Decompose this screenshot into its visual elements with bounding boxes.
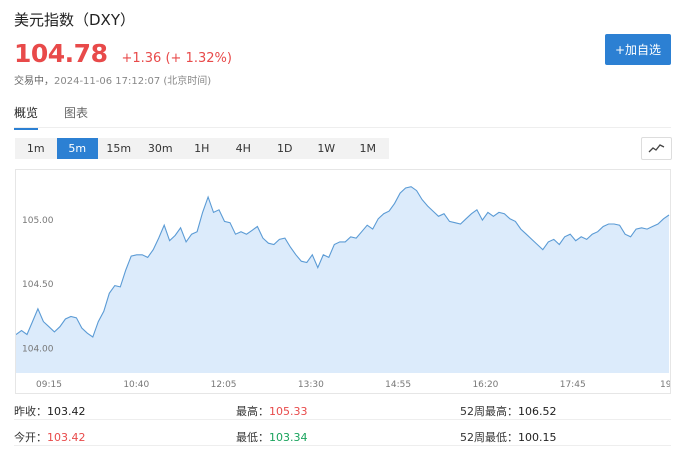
stat-value: 103.42 [47,431,86,444]
stat-value: 103.42 [47,405,86,418]
price-chart-svg: 104.00 104.50 105.00 09:15 10:40 12:05 13:30 1… [15,186,680,390]
x-tick-label: 10:40 [123,380,149,390]
page-title: 美元指数（DXY） [14,11,135,29]
line-chart-icon [648,144,665,153]
x-tick-label: 12:05 [211,380,237,390]
stat-value: 106.52 [518,405,557,418]
stat-52w-low: 52周最低：100.15 [460,429,557,445]
period-1d[interactable]: 1D [264,138,306,159]
stat-value: 103.34 [269,431,308,444]
y-tick-label: 105.00 [22,216,54,226]
x-tick-label: 17:45 [560,380,586,390]
stat-52w-high: 52周最高：106.52 [460,403,557,419]
price-row: 104.78 +1.36 (+ 1.32%) [14,39,232,68]
x-tick-label: 14:55 [385,380,411,390]
period-15m[interactable]: 15m [98,138,140,159]
period-4h[interactable]: 4H [223,138,265,159]
stat-value: 100.15 [518,431,557,444]
stat-label: 今开： [14,431,47,444]
x-tick-label: 16:20 [472,380,498,390]
price-area [16,186,669,373]
stats-row: 昨收：103.42 最高：105.33 52周最高：106.52 [14,397,671,420]
stat-label: 最低： [236,431,269,444]
timezone-label: (北京时间) [163,76,212,87]
stat-label: 昨收： [14,405,47,418]
stat-prev-close: 昨收：103.42 [14,403,86,419]
y-tick-label: 104.00 [22,344,54,354]
stat-label: 52周最高： [460,405,518,418]
x-tick-label: 13:30 [298,380,324,390]
period-1h[interactable]: 1H [181,138,223,159]
y-tick-label: 104.50 [22,280,54,290]
chart-type-toggle[interactable] [641,137,672,160]
stat-low: 最低：103.34 [236,429,308,445]
x-axis-ticks: 09:15 10:40 12:05 13:30 14:55 16:20 17:45 19:1 [36,380,680,390]
period-30m[interactable]: 30m [140,138,182,159]
tabs-divider [14,127,671,128]
x-tick-label: 09:15 [36,380,62,390]
period-5m[interactable]: 5m [56,138,98,159]
period-1m[interactable]: 1m [15,138,57,159]
stat-label: 最高： [236,405,269,418]
add-watchlist-button[interactable]: +加自选 [605,34,671,65]
period-1mo[interactable]: 1M [347,138,389,159]
stat-high: 最高：105.33 [236,403,308,419]
x-tick-label: 19:1 [660,380,670,390]
stats-row: 今开：103.42 最低：103.34 52周最低：100.15 [14,423,671,446]
stat-open: 今开：103.42 [14,429,86,445]
price-change: +1.36 (+ 1.32%) [121,51,232,66]
current-price: 104.78 [14,39,108,68]
period-selector: 1m 5m 15m 30m 1H 4H 1D 1W 1M [15,138,389,159]
stat-label: 52周最低： [460,431,518,444]
status-label: 交易中， [14,76,54,87]
stat-value: 105.33 [269,405,308,418]
timestamp: 2024-11-06 17:12:07 [54,76,161,87]
trading-status: 交易中，2024-11-06 17:12:07 (北京时间) [14,72,211,87]
period-1w[interactable]: 1W [306,138,348,159]
price-chart: 104.00 104.50 105.00 09:15 10:40 12:05 13:30 1… [15,169,680,394]
